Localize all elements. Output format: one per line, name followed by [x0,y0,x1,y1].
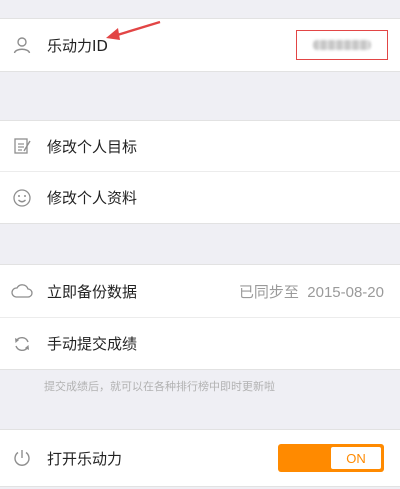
power-row: 打开乐动力 ON [0,430,400,486]
edit-goal-label: 修改个人目标 [47,137,138,156]
power-label: 打开乐动力 [47,449,123,468]
power-toggle[interactable]: ON [278,444,384,472]
edit-profile-row[interactable]: 修改个人资料 [0,171,400,223]
edit-profile-label: 修改个人资料 [47,189,138,207]
settings-section: 修改个人目标 修改个人资料 [0,120,400,224]
edit-goal-row[interactable]: 修改个人目标 [0,121,400,171]
user-icon [10,33,34,57]
refresh-icon [10,332,34,356]
backup-row[interactable]: 立即备份数据 已同步至 2015-08-20 [0,265,400,317]
smile-icon [10,186,34,210]
section-spacer [0,224,400,264]
section-spacer [0,72,400,120]
top-spacer [0,0,400,18]
power-icon [10,446,34,470]
annotation-arrow-icon [106,20,161,40]
submit-hint: 提交成绩后，就可以在各种排行榜中即时更新啦 [44,380,275,393]
edit-icon [10,134,34,158]
submit-score-label: 手动提交成绩 [47,335,138,353]
power-section: 打开乐动力 ON [0,429,400,487]
backup-status: 已同步至 2015-08-20 [238,283,384,301]
sync-section: 立即备份数据 已同步至 2015-08-20 手动提交成绩 [0,264,400,370]
section-spacer [0,406,400,429]
cloud-icon [10,279,34,303]
account-id-label: 乐动力ID [47,36,108,55]
submit-score-row[interactable]: 手动提交成绩 [0,317,400,369]
account-id-value [296,30,388,60]
power-toggle-state: ON [331,447,381,469]
backup-label: 立即备份数据 [47,282,138,301]
account-id-blurred [313,40,371,50]
